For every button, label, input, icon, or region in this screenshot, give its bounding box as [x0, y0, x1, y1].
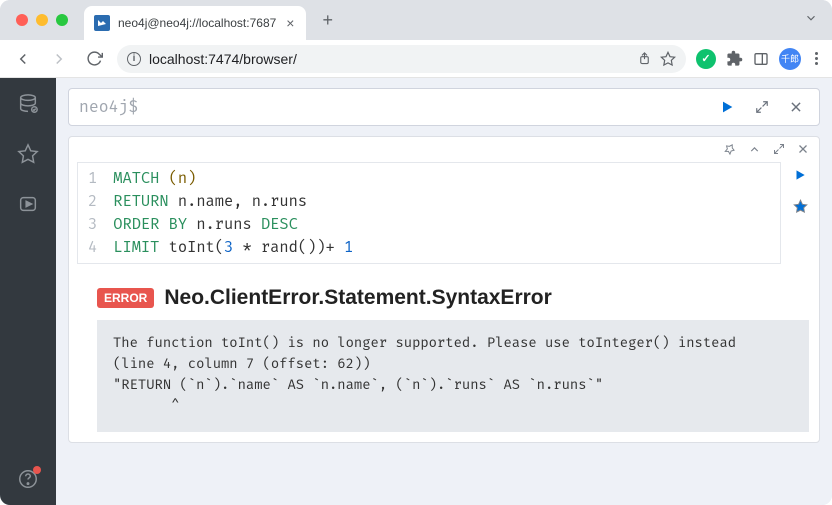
error-message: The function toInt() is no longer suppor… [97, 320, 809, 432]
browser-window: neo4j@neo4j://localhost:7687 × + i local… [0, 0, 832, 505]
profile-avatar[interactable]: 千郎 [779, 48, 801, 70]
main-panel: neo4j$ 1234 MATCH (n) RETURN n.name, n.r… [56, 78, 832, 505]
fullscreen-icon[interactable] [773, 143, 785, 156]
favorite-icon[interactable] [793, 199, 808, 219]
tab-favicon [94, 15, 110, 31]
tab-close-icon[interactable]: × [284, 15, 296, 31]
help-icon[interactable] [16, 467, 40, 491]
new-tab-button[interactable]: + [314, 6, 341, 35]
rerun-icon[interactable] [793, 168, 807, 187]
code-content: MATCH (n) RETURN n.name, n.runs ORDER BY… [105, 163, 361, 263]
window-close-button[interactable] [16, 14, 28, 26]
error-header: ERROR Neo.ClientError.Statement.SyntaxEr… [97, 286, 811, 310]
window-maximize-button[interactable] [56, 14, 68, 26]
frame-toolbar [69, 137, 819, 162]
share-icon[interactable] [637, 51, 652, 66]
result-frame: 1234 MATCH (n) RETURN n.name, n.runs ORD… [68, 136, 820, 443]
tab-dropdown-icon[interactable] [804, 11, 818, 30]
browser-menu-icon[interactable] [811, 52, 822, 65]
url-text: localhost:7474/browser/ [149, 51, 629, 67]
reload-button[interactable] [82, 46, 107, 71]
guides-icon[interactable] [16, 192, 40, 216]
browser-tab[interactable]: neo4j@neo4j://localhost:7687 × [84, 6, 306, 40]
sidepanel-icon[interactable] [753, 51, 769, 67]
tab-title: neo4j@neo4j://localhost:7687 [118, 16, 276, 30]
app-sidebar [0, 78, 56, 505]
database-icon[interactable] [16, 92, 40, 116]
bookmark-star-icon[interactable] [660, 51, 676, 67]
frame-close-icon[interactable] [797, 143, 809, 156]
error-badge: ERROR [97, 288, 154, 308]
close-icon[interactable] [783, 100, 809, 114]
traffic-lights [16, 14, 68, 26]
titlebar: neo4j@neo4j://localhost:7687 × + [0, 0, 832, 40]
command-bar: neo4j$ [68, 88, 820, 126]
site-info-icon[interactable]: i [127, 52, 141, 66]
address-bar[interactable]: i localhost:7474/browser/ [117, 45, 686, 73]
frame-side-actions [781, 162, 819, 264]
forward-button[interactable] [46, 46, 72, 72]
back-button[interactable] [10, 46, 36, 72]
pin-icon[interactable] [723, 143, 736, 156]
line-gutter: 1234 [78, 163, 105, 263]
prompt-input[interactable]: neo4j$ [79, 97, 705, 117]
neo4j-app: neo4j$ 1234 MATCH (n) RETURN n.name, n.r… [0, 78, 832, 505]
favorites-icon[interactable] [16, 142, 40, 166]
window-minimize-button[interactable] [36, 14, 48, 26]
code-editor[interactable]: 1234 MATCH (n) RETURN n.name, n.runs ORD… [77, 162, 781, 264]
browser-toolbar: i localhost:7474/browser/ ✓ 千郎 [0, 40, 832, 78]
expand-icon[interactable] [749, 100, 775, 114]
error-title: Neo.ClientError.Statement.SyntaxError [164, 286, 551, 310]
collapse-icon[interactable] [748, 143, 761, 156]
extension-badge[interactable]: ✓ [696, 49, 716, 69]
extensions-icon[interactable] [726, 50, 743, 67]
run-button[interactable] [713, 99, 741, 115]
